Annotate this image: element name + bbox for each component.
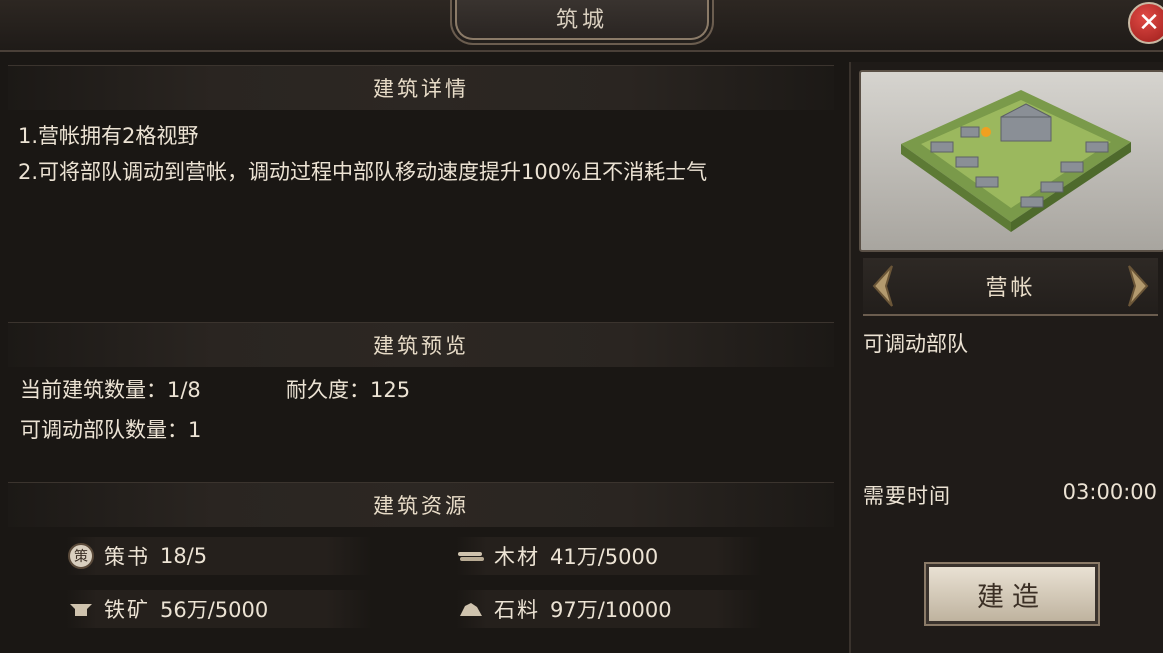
time-label: 需要时间 bbox=[863, 484, 951, 508]
right-panel: 营帐 可调动部队 需要时间 03:00:00 建造 bbox=[849, 62, 1163, 653]
resource-row-strategy-book: 策 策书 18/5 bbox=[66, 537, 372, 575]
resource-name: 木材 bbox=[494, 545, 540, 569]
resource-row-wood: 木材 41万/5000 bbox=[456, 537, 762, 575]
prev-building-button[interactable] bbox=[863, 258, 903, 314]
time-value: 03:00:00 bbox=[1062, 480, 1157, 504]
resource-name: 铁矿 bbox=[104, 598, 150, 622]
left-panel: 建筑详情 1.营帐拥有2格视野 2.可将部队调动到营帐，调动过程中部队移动速度提… bbox=[8, 62, 834, 653]
details-heading: 建筑详情 bbox=[8, 65, 834, 110]
wood-icon bbox=[456, 541, 486, 571]
resource-row-stone: 石料 97万/10000 bbox=[456, 590, 762, 628]
building-count: 当前建筑数量：1/8 bbox=[20, 372, 201, 408]
top-bar: 筑城 ✕ bbox=[0, 0, 1163, 52]
resource-name: 策书 bbox=[104, 545, 150, 569]
window-title: 筑城 bbox=[455, 0, 709, 40]
troop-count-label: 可调动部队数量： bbox=[20, 418, 188, 442]
resource-value: 97万/10000 bbox=[550, 598, 672, 622]
resource-row-iron: 铁矿 56万/5000 bbox=[66, 590, 372, 628]
durability-label: 耐久度： bbox=[286, 378, 370, 402]
building-selector: 营帐 bbox=[863, 258, 1158, 316]
resource-value: 56万/5000 bbox=[160, 598, 269, 622]
details-line-1: 1.营帐拥有2格视野 bbox=[18, 124, 199, 148]
strategy-book-badge: 策 bbox=[74, 548, 88, 565]
building-count-label: 当前建筑数量： bbox=[20, 378, 167, 402]
resources-heading: 建筑资源 bbox=[8, 482, 834, 527]
preview-heading: 建筑预览 bbox=[8, 322, 834, 367]
durability: 耐久度：125 bbox=[286, 372, 410, 408]
build-button[interactable]: 建造 bbox=[926, 564, 1098, 624]
close-button[interactable]: ✕ bbox=[1128, 2, 1163, 44]
troop-count-value: 1 bbox=[188, 418, 202, 442]
resource-name: 石料 bbox=[494, 598, 540, 622]
iron-ore-icon bbox=[66, 594, 96, 624]
strategy-book-icon: 策 bbox=[66, 541, 96, 571]
next-building-button[interactable] bbox=[1118, 258, 1158, 314]
details-line-2: 2.可将部队调动到营帐，调动过程中部队移动速度提升100%且不消耗士气 bbox=[18, 160, 708, 184]
resource-value: 41万/5000 bbox=[550, 545, 659, 569]
building-name: 营帐 bbox=[985, 276, 1036, 301]
building-description: 可调动部队 bbox=[863, 332, 968, 356]
chevron-right-icon bbox=[1128, 265, 1149, 307]
chevron-left-icon bbox=[872, 265, 893, 307]
building-preview-image bbox=[859, 70, 1163, 252]
troop-count: 可调动部队数量：1 bbox=[20, 412, 201, 448]
details-text: 1.营帐拥有2格视野 2.可将部队调动到营帐，调动过程中部队移动速度提升100%… bbox=[18, 118, 830, 190]
close-icon: ✕ bbox=[1138, 8, 1160, 38]
stone-icon bbox=[456, 594, 486, 624]
resource-value: 18/5 bbox=[160, 544, 208, 568]
building-count-value: 1/8 bbox=[167, 378, 201, 402]
durability-value: 125 bbox=[370, 378, 411, 402]
